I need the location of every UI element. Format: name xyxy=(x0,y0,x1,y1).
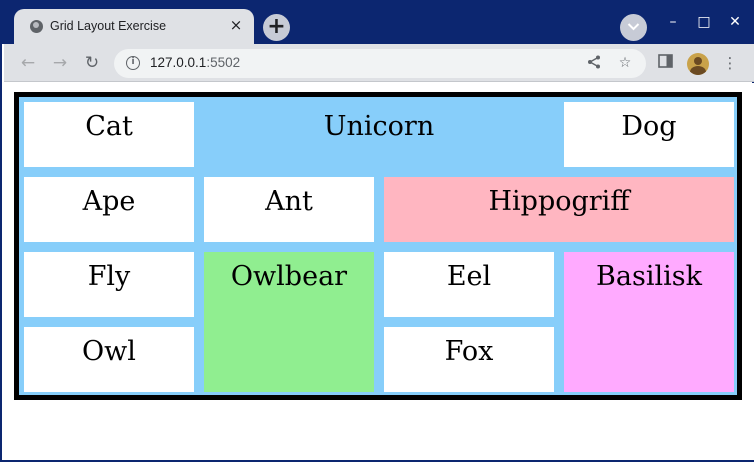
tab-search-button[interactable] xyxy=(620,14,647,41)
side-panel-icon[interactable] xyxy=(656,54,674,72)
close-window-button[interactable]: ✕ xyxy=(725,12,745,32)
share-icon[interactable] xyxy=(586,55,602,71)
grid-cell-basilisk: Basilisk xyxy=(564,252,734,392)
url-text: 127.0.0.1:5502 xyxy=(150,55,240,70)
info-icon[interactable]: i xyxy=(126,56,140,70)
grid-cell-dog: Dog xyxy=(564,102,734,167)
url-host: 127.0.0.1 xyxy=(150,55,207,70)
tab-title: Grid Layout Exercise xyxy=(50,19,167,33)
grid-cell-fly: Fly xyxy=(24,252,194,317)
back-arrow-icon[interactable]: ← xyxy=(18,53,38,73)
tab-strip: Grid Layout Exercise × + – □ ✕ xyxy=(2,0,754,44)
grid-cell-cat: Cat xyxy=(24,102,194,167)
grid-cell-owl: Owl xyxy=(24,327,194,392)
kebab-menu-icon[interactable]: ⋮ xyxy=(721,54,739,72)
close-tab-icon[interactable]: × xyxy=(228,17,244,33)
address-bar[interactable]: i 127.0.0.1:5502 ☆ xyxy=(114,49,646,78)
url-port: :5502 xyxy=(206,55,241,70)
grid-cell-ant: Ant xyxy=(204,177,374,242)
share-glyph xyxy=(588,55,600,69)
side-panel-glyph xyxy=(657,54,673,68)
grid-container: Cat Unicorn Dog Ape Ant Hippogriff Fly O… xyxy=(14,92,742,400)
page-content: Cat Unicorn Dog Ape Ant Hippogriff Fly O… xyxy=(4,83,754,460)
reload-icon[interactable]: ↻ xyxy=(82,53,102,73)
browser-toolbar: ← → ↻ i 127.0.0.1:5502 ☆ ⋮ xyxy=(4,44,754,82)
grid-cell-owlbear: Owlbear xyxy=(204,252,374,392)
grid-cell-fox: Fox xyxy=(384,327,554,392)
avatar[interactable] xyxy=(687,53,709,75)
tab-grid-layout-exercise[interactable]: Grid Layout Exercise × xyxy=(14,9,254,44)
forward-arrow-icon[interactable]: → xyxy=(50,53,70,73)
star-icon[interactable]: ☆ xyxy=(617,55,633,71)
grid-cell-unicorn: Unicorn xyxy=(323,111,435,142)
chevron-down-icon xyxy=(627,23,640,31)
globe-icon xyxy=(30,20,43,33)
minimize-button[interactable]: – xyxy=(663,12,683,32)
new-tab-button[interactable]: + xyxy=(263,14,290,41)
grid-cell-eel: Eel xyxy=(384,252,554,317)
browser-window: Grid Layout Exercise × + – □ ✕ ← → ↻ i 1… xyxy=(0,0,754,462)
grid-cell-hippogriff: Hippogriff xyxy=(384,177,734,242)
maximize-button[interactable]: □ xyxy=(694,12,714,32)
grid-cell-ape: Ape xyxy=(24,177,194,242)
